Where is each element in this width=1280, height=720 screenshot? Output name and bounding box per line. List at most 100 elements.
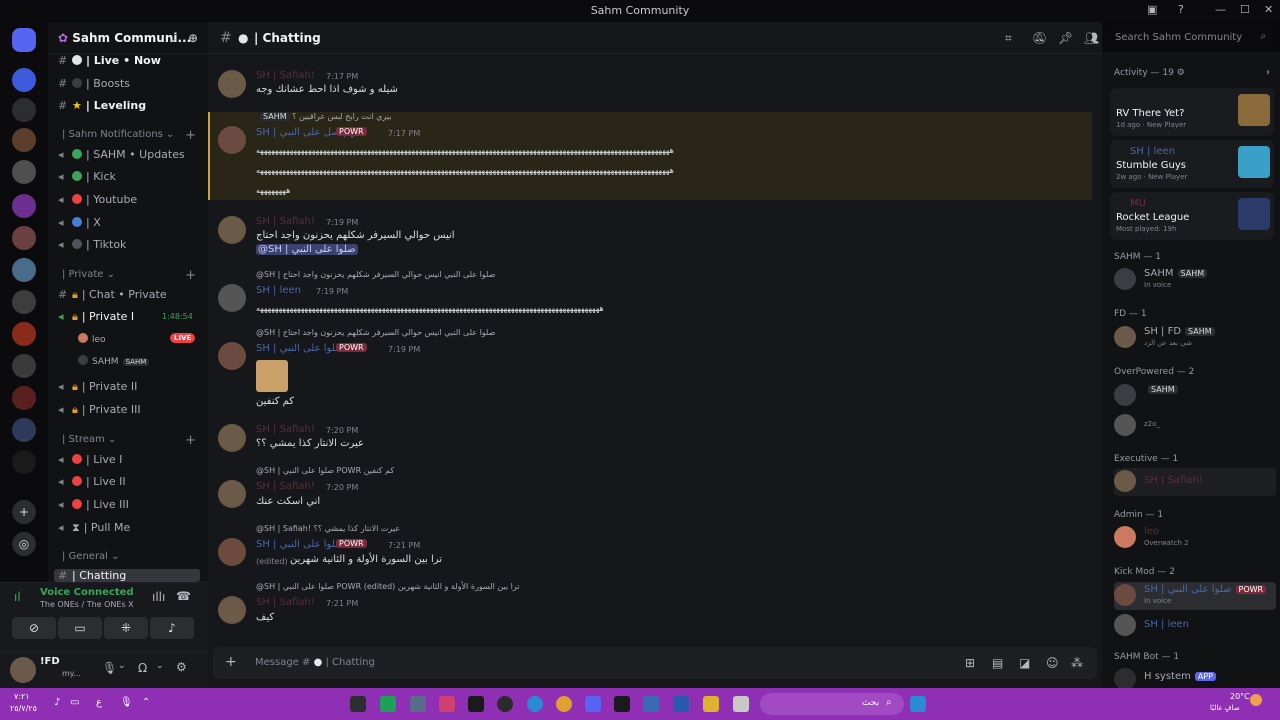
avatar[interactable] [218,424,246,452]
reply-preview[interactable]: @SH | صلوا على النبي POWR كم كنفين [256,466,394,475]
channel-chat-private[interactable]: # 🔒︎ | Chat • Private [58,288,167,302]
server-icon[interactable] [12,258,36,282]
pin-icon[interactable]: 📌︎ [1058,31,1073,45]
channel-live-now[interactable]: # | Live • Now [58,54,161,67]
channel-tiktok[interactable]: ◂ | Tiktok [58,238,126,251]
soundboard-button[interactable]: ♪ [150,617,194,639]
taskbar-app-icon[interactable] [497,696,513,712]
message-input[interactable]: Message # ● | Chatting [255,657,375,668]
message-author[interactable]: SH | Safiah! [256,597,315,608]
microphone-icon[interactable]: 🎙︎ [102,661,117,675]
headphones-icon[interactable]: Ω [138,661,147,675]
member-row[interactable]: leo Overwatch 2 [1114,524,1276,552]
member-row[interactable]: SAHM [1114,382,1276,410]
channel-leveling[interactable]: # ★ | Leveling [58,99,146,112]
taskbar-app-icon[interactable] [468,696,484,712]
server-icon[interactable] [12,128,36,152]
message-author[interactable]: SH | Safiah! [256,216,315,227]
maximize-button[interactable]: ☐ [1240,3,1250,16]
avatar[interactable] [218,480,246,508]
sticker-image[interactable] [256,360,288,392]
member-row[interactable]: SH | صلوا على النبي POWR In voice [1114,582,1276,610]
activities-button[interactable]: ⁜ [104,617,148,639]
disconnect-icon[interactable]: ☎ [176,589,191,603]
category-general[interactable]: | General ⌄ [62,551,120,562]
clock-time[interactable]: ٧:٢١ [14,692,30,701]
members-icon[interactable]: 👥︎ [1084,31,1099,45]
voice-user-leo[interactable]: leo [78,332,106,345]
channel-pull-me[interactable]: ◂ ⧗ | Pull Me [58,521,130,535]
taskbar-app-icon[interactable] [439,696,455,712]
discover-icon[interactable]: ◎ [12,532,36,556]
server-icon[interactable] [12,160,36,184]
message-author[interactable]: SH | Safiah! [256,481,315,492]
avatar[interactable] [218,284,246,312]
noise-suppression-icon[interactable]: ıllı [152,590,165,604]
close-button[interactable]: ✕ [1264,3,1273,16]
create-channel-icon[interactable]: + [185,268,196,283]
inbox-icon[interactable]: ▣ [1147,3,1157,16]
voice-channel-name[interactable]: The ONEs / The ONEs X [40,600,134,609]
server-icon[interactable] [12,98,36,122]
user-mention[interactable]: @SH | صلوا على النبي [256,244,358,255]
search-input[interactable]: Search Sahm Community ⌕ [1110,27,1272,49]
taskbar-search[interactable]: بحث ⌕ [760,693,904,715]
shield-icon[interactable] [673,696,689,712]
channel-live-2[interactable]: ◂ | Live II [58,475,126,488]
taskbar-app-icon[interactable] [350,696,366,712]
invite-icon[interactable]: ⊕ [188,31,198,45]
server-icon[interactable] [12,386,36,410]
chevron-up-icon[interactable]: ⌃ [142,697,150,708]
avatar[interactable] [10,657,36,683]
activity-card[interactable]: SH | leen Stumble Guys 2w ago · New Play… [1110,140,1274,188]
avatar[interactable] [218,596,246,624]
server-header[interactable]: ✿ Sahm Communi... ⌄ ⊕ [48,22,208,54]
member-row[interactable]: SAHM SAHM In voice [1114,266,1276,294]
message-author[interactable]: SH | صلوا على النبي [256,539,344,550]
channel-private-2[interactable]: ◂ 🔒︎ | Private II [58,380,137,394]
gift-icon[interactable]: ⊞ [965,656,975,670]
emoji-icon[interactable]: ☺ [1046,656,1059,670]
sticker-icon[interactable]: ◪ [1019,656,1030,670]
channel-live-1[interactable]: ◂ | Live I [58,453,122,466]
chevron-right-icon[interactable]: › [1266,67,1270,78]
server-icon[interactable] [12,450,36,474]
member-row[interactable]: SH | Safiah! [1114,468,1276,496]
reply-preview[interactable]: @SH | Safiah! عيرت الانتار كذا يمشي ؟؟ [256,524,400,533]
microphone-icon[interactable]: 🎙︎ [120,697,133,708]
category-private[interactable]: | Private ⌄ [62,269,115,280]
reply-preview[interactable]: SAHM بيري انت رايح لبس عراقيين ؟ [256,112,391,121]
activity-header[interactable]: Activity — 19 ⚙ [1114,68,1185,78]
windows-start-icon[interactable] [910,696,926,712]
chevron-down-icon[interactable]: ⌄ [118,661,126,671]
taskbar-app-icon[interactable] [643,696,659,712]
folder-icon[interactable] [703,696,719,712]
clock-date[interactable]: ٢٥/٧/٢٥ [10,704,37,713]
message-author[interactable]: SH | صلوا على النبي [256,343,344,354]
taskbar-app-icon[interactable] [380,696,396,712]
channel-youtube[interactable]: ◂ | Youtube [58,193,137,206]
discord-home-icon[interactable] [12,28,36,52]
create-channel-icon[interactable]: + [185,128,196,143]
member-row[interactable]: z2o_ [1114,412,1276,440]
avatar[interactable] [218,538,246,566]
server-icon[interactable] [12,418,36,442]
weather-temp[interactable]: 20°C [1230,692,1250,701]
avatar[interactable] [218,126,246,154]
camera-off-button[interactable]: ⊘ [12,617,56,639]
channel-updates[interactable]: ◂ | SAHM • Updates [58,148,185,161]
language-icon[interactable]: ع [96,697,102,708]
server-icon[interactable] [12,194,36,218]
voice-user-sahm[interactable]: SAHM SAHM [78,354,150,367]
member-row[interactable]: SH | leen [1114,612,1276,640]
activity-card[interactable]: MU Rocket League Most played: 19h [1110,192,1274,240]
chrome-icon[interactable] [556,696,572,712]
add-server-icon[interactable]: + [12,500,36,524]
server-icon[interactable] [12,226,36,250]
avatar[interactable] [218,70,246,98]
volume-icon[interactable]: ♪ [54,697,60,708]
avatar[interactable] [218,342,246,370]
add-attachment-icon[interactable]: + [225,654,237,670]
create-channel-icon[interactable]: + [185,433,196,448]
message-author[interactable]: SH | Safiah! [256,424,315,435]
